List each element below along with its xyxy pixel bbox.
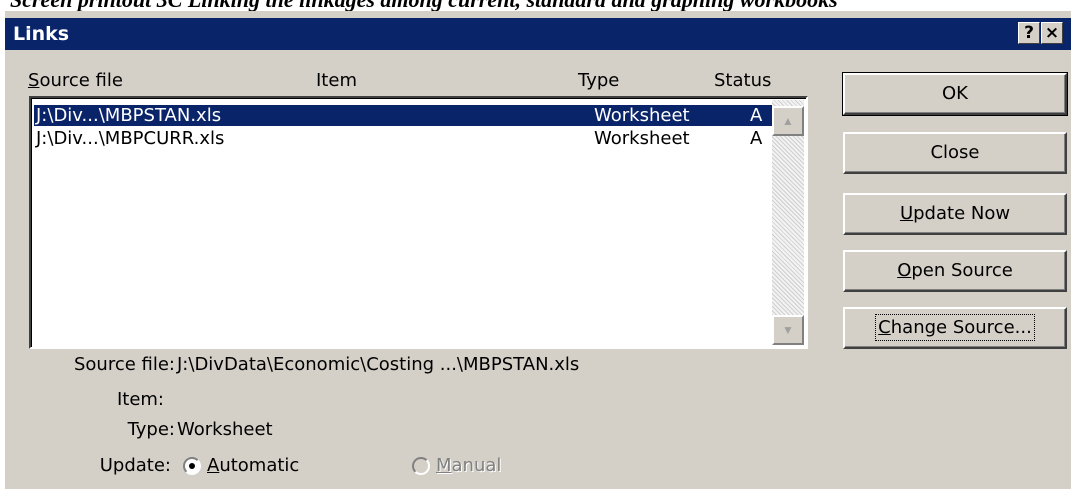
links-listbox[interactable]: J:\Div...\MBPSTAN.xls Worksheet A J:\Div…	[29, 96, 808, 349]
help-button[interactable]: ?	[1018, 22, 1040, 44]
list-item[interactable]: J:\Div...\MBPSTAN.xls Worksheet A	[34, 105, 774, 126]
detail-type-label: Type:	[127, 419, 175, 440]
row-status: A	[750, 128, 763, 149]
row-source: J:\Div...\MBPSTAN.xls	[36, 105, 222, 126]
column-header-item: Item	[316, 70, 357, 91]
scroll-down-icon[interactable]: ▼	[772, 315, 804, 345]
detail-item-label: Item:	[116, 389, 164, 410]
ok-button[interactable]: OK	[842, 72, 1068, 116]
list-item[interactable]: J:\Div...\MBPCURR.xls Worksheet A	[34, 128, 774, 149]
row-type: Worksheet	[594, 105, 690, 126]
update-now-button[interactable]: Update Now	[843, 193, 1067, 235]
row-type: Worksheet	[594, 128, 690, 149]
row-status: A	[750, 105, 763, 126]
vertical-scrollbar[interactable]: ▲ ▼	[772, 100, 804, 345]
column-header-source-file: Source file	[28, 70, 123, 91]
row-source: J:\Div...\MBPCURR.xls	[36, 128, 225, 149]
column-header-type: Type	[578, 70, 620, 91]
change-source-button[interactable]: Change Source...	[843, 307, 1067, 349]
detail-type-value: Worksheet	[177, 419, 273, 440]
open-source-button[interactable]: Open Source	[843, 250, 1067, 292]
manual-radio[interactable]	[412, 457, 430, 475]
dialog-title: Links	[13, 23, 70, 45]
radio-selected-dot	[189, 463, 195, 469]
title-bar[interactable]: Links ? ×	[5, 18, 1071, 50]
automatic-radio-label[interactable]: Automatic	[207, 455, 299, 476]
close-button[interactable]: Close	[843, 132, 1067, 174]
links-dialog: Links ? × Source file Item Type Status J…	[5, 11, 1071, 489]
scroll-up-icon[interactable]: ▲	[772, 106, 804, 136]
detail-update-label: Update:	[99, 455, 171, 476]
column-header-status: Status	[714, 70, 772, 91]
document-caption: Screen printout 3C Linking the linkages …	[10, 0, 1070, 11]
close-icon[interactable]: ×	[1041, 22, 1063, 44]
manual-radio-label[interactable]: Manual	[436, 455, 501, 476]
detail-source-file-label: Source file:	[73, 354, 175, 375]
automatic-radio[interactable]	[183, 457, 201, 475]
detail-source-file-value: J:\DivData\Economic\Costing ...\MBPSTAN.…	[177, 354, 580, 375]
